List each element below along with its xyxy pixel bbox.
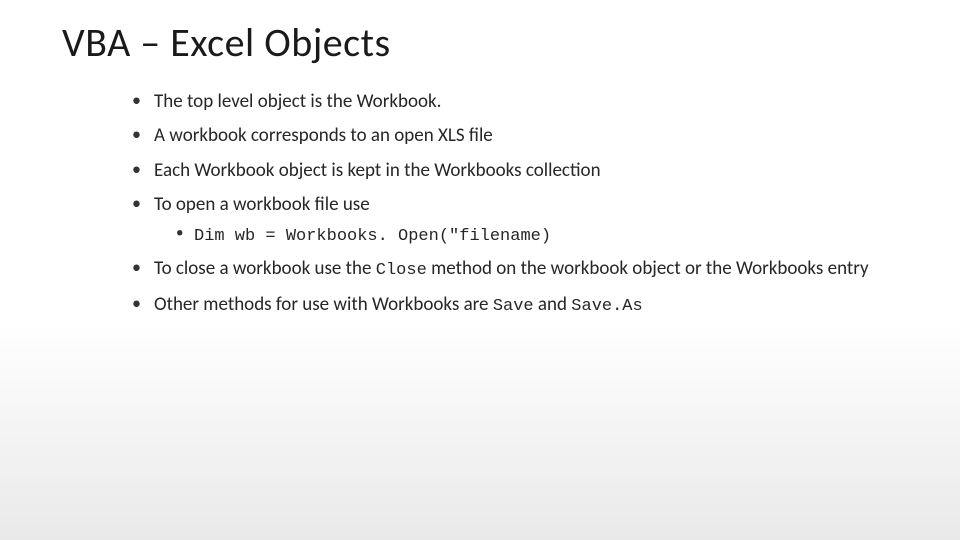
bullet-item: The top level object is the Workbook. [132,87,900,116]
bullet-text: To open a workbook file use [154,193,370,216]
code-text: Dim wb = Workbooks. Open("filename) [194,227,551,246]
bullet-text: method on the workbook object or the Wor… [427,257,869,280]
code-text: Close [376,261,427,280]
bullet-text: Other methods for use with Workbooks are [154,293,493,316]
bullet-item: To open a workbook file use Dim wb = Wor… [132,190,900,249]
slide-title: VBA – Excel Objects [62,18,900,67]
code-text: Save [493,297,534,316]
bullet-text: To close a workbook use the [154,257,376,280]
bullet-item: A workbook corresponds to an open XLS fi… [132,121,900,150]
slide: VBA – Excel Objects The top level object… [0,0,960,540]
bullet-list: The top level object is the Workbook. A … [132,87,900,320]
code-text: Save.As [571,297,642,316]
bullet-item: Each Workbook object is kept in the Work… [132,156,900,185]
bullet-item: To close a workbook use the Close method… [132,254,900,284]
bullet-text: and [534,293,572,316]
sub-bullet-list: Dim wb = Workbooks. Open("filename) [176,222,900,250]
bullet-item: Other methods for use with Workbooks are… [132,290,900,320]
sub-bullet-item: Dim wb = Workbooks. Open("filename) [176,222,900,250]
